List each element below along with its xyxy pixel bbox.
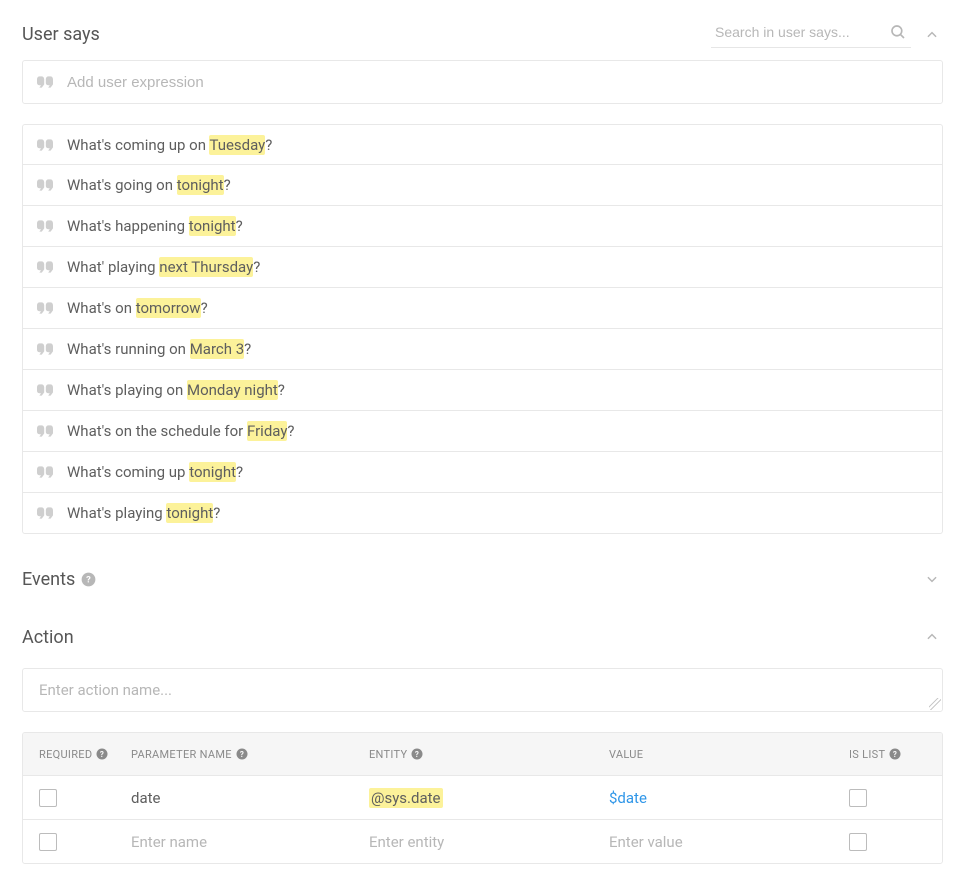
action-title: Action [22,627,74,648]
expression-text: What's running on March 3? [67,340,251,358]
param-value-cell[interactable]: Enter value [609,833,849,851]
action-name-wrap[interactable] [22,668,943,712]
quote-icon [37,302,55,314]
entity-highlight[interactable]: tonight [177,175,224,195]
user-says-header: User says [22,15,943,60]
parameter-header-row: REQUIRED ? PARAMETER NAME ? ENTITY ? VAL… [23,733,942,775]
entity-highlight[interactable]: tonight [189,462,236,482]
expression-text: What's happening tonight? [67,217,243,235]
col-value: VALUE [609,748,849,761]
collapse-user-says-icon[interactable] [921,24,943,46]
help-icon[interactable]: ? [889,748,901,760]
help-icon[interactable]: ? [96,748,108,760]
entity-highlight[interactable]: next Thursday [159,257,253,277]
entity-highlight[interactable]: March 3 [190,339,244,359]
entity-highlight[interactable]: tonight [166,503,213,523]
expression-text: What' playing next Thursday? [67,258,260,276]
events-title: Events ? [22,569,96,590]
search-icon [889,23,907,41]
expression-row[interactable]: What's running on March 3? [22,329,943,370]
expression-row[interactable]: What's on tomorrow? [22,288,943,329]
col-value-label: VALUE [609,748,643,761]
quote-icon [37,343,55,355]
help-icon[interactable]: ? [81,572,96,587]
parameter-row: date@sys.date$date [23,775,942,819]
param-entity-cell[interactable]: Enter entity [369,833,609,851]
entity-highlight[interactable]: tomorrow [136,298,201,318]
quote-icon [37,76,55,88]
is-list-checkbox[interactable] [849,789,867,807]
expression-row[interactable]: What's playing on Monday night? [22,370,943,411]
param-name-cell[interactable]: date [131,789,369,807]
quote-icon [37,179,55,191]
quote-icon [37,220,55,232]
expression-text: What's coming up tonight? [67,463,243,481]
user-says-title: User says [22,24,100,45]
resize-handle-icon[interactable] [929,698,941,710]
is-list-checkbox[interactable] [849,833,867,851]
search-input[interactable] [715,24,889,40]
collapse-action-icon[interactable] [921,626,943,648]
svg-text:?: ? [240,750,244,759]
help-icon[interactable]: ? [411,748,423,760]
quote-icon [37,466,55,478]
expression-row[interactable]: What's happening tonight? [22,206,943,247]
expression-text: What's playing tonight? [67,504,220,522]
add-expression-input[interactable] [67,74,928,91]
expression-text: What's on the schedule for Friday? [67,422,295,440]
quote-icon [37,261,55,273]
expression-row[interactable]: What's coming up on Tuesday? [22,124,943,165]
col-is-list: IS LIST ? [849,748,926,761]
param-value-cell[interactable]: $date [609,789,849,807]
param-name-cell[interactable]: Enter name [131,833,369,851]
svg-text:?: ? [415,750,419,759]
events-header: Events ? [22,562,943,602]
parameter-row: Enter nameEnter entityEnter value [23,819,942,863]
expression-row[interactable]: What's playing tonight? [22,493,943,534]
quote-icon [37,507,55,519]
add-expression-row[interactable] [22,60,943,104]
col-required: REQUIRED ? [39,748,131,761]
events-title-text: Events [22,569,75,590]
quote-icon [37,425,55,437]
expression-row[interactable]: What's going on tonight? [22,165,943,206]
expression-text: What's playing on Monday night? [67,381,285,399]
svg-text:?: ? [86,574,91,585]
expression-row[interactable]: What's on the schedule for Friday? [22,411,943,452]
action-header: Action [22,620,943,660]
expression-list: What's coming up on Tuesday? What's going… [22,124,943,534]
required-checkbox[interactable] [39,833,57,851]
expression-text: What's coming up on Tuesday? [67,136,272,154]
expression-row[interactable]: What' playing next Thursday? [22,247,943,288]
parameter-table: REQUIRED ? PARAMETER NAME ? ENTITY ? VAL… [22,732,943,864]
col-required-label: REQUIRED [39,748,92,761]
expression-row[interactable]: What's coming up tonight? [22,452,943,493]
help-icon[interactable]: ? [236,748,248,760]
col-param-name: PARAMETER NAME ? [131,748,369,761]
param-entity-cell[interactable]: @sys.date [369,789,609,807]
expression-text: What's going on tonight? [67,176,231,194]
col-is-list-label: IS LIST [849,748,885,761]
required-checkbox[interactable] [39,789,57,807]
action-title-text: Action [22,627,74,648]
entity-highlight[interactable]: Monday night [187,380,278,400]
col-entity: ENTITY ? [369,748,609,761]
entity-highlight[interactable]: tonight [189,216,236,236]
entity-highlight[interactable]: Friday [247,421,287,441]
quote-icon [37,139,55,151]
expand-events-icon[interactable] [921,568,943,590]
user-says-title-text: User says [22,24,100,45]
entity-highlight[interactable]: Tuesday [209,135,265,155]
svg-text:?: ? [893,750,897,759]
col-param-name-label: PARAMETER NAME [131,748,232,761]
action-name-input[interactable] [39,680,926,700]
expression-text: What's on tomorrow? [67,299,208,317]
quote-icon [37,384,55,396]
user-says-search[interactable] [711,21,911,48]
svg-text:?: ? [100,750,104,759]
col-entity-label: ENTITY [369,748,407,761]
